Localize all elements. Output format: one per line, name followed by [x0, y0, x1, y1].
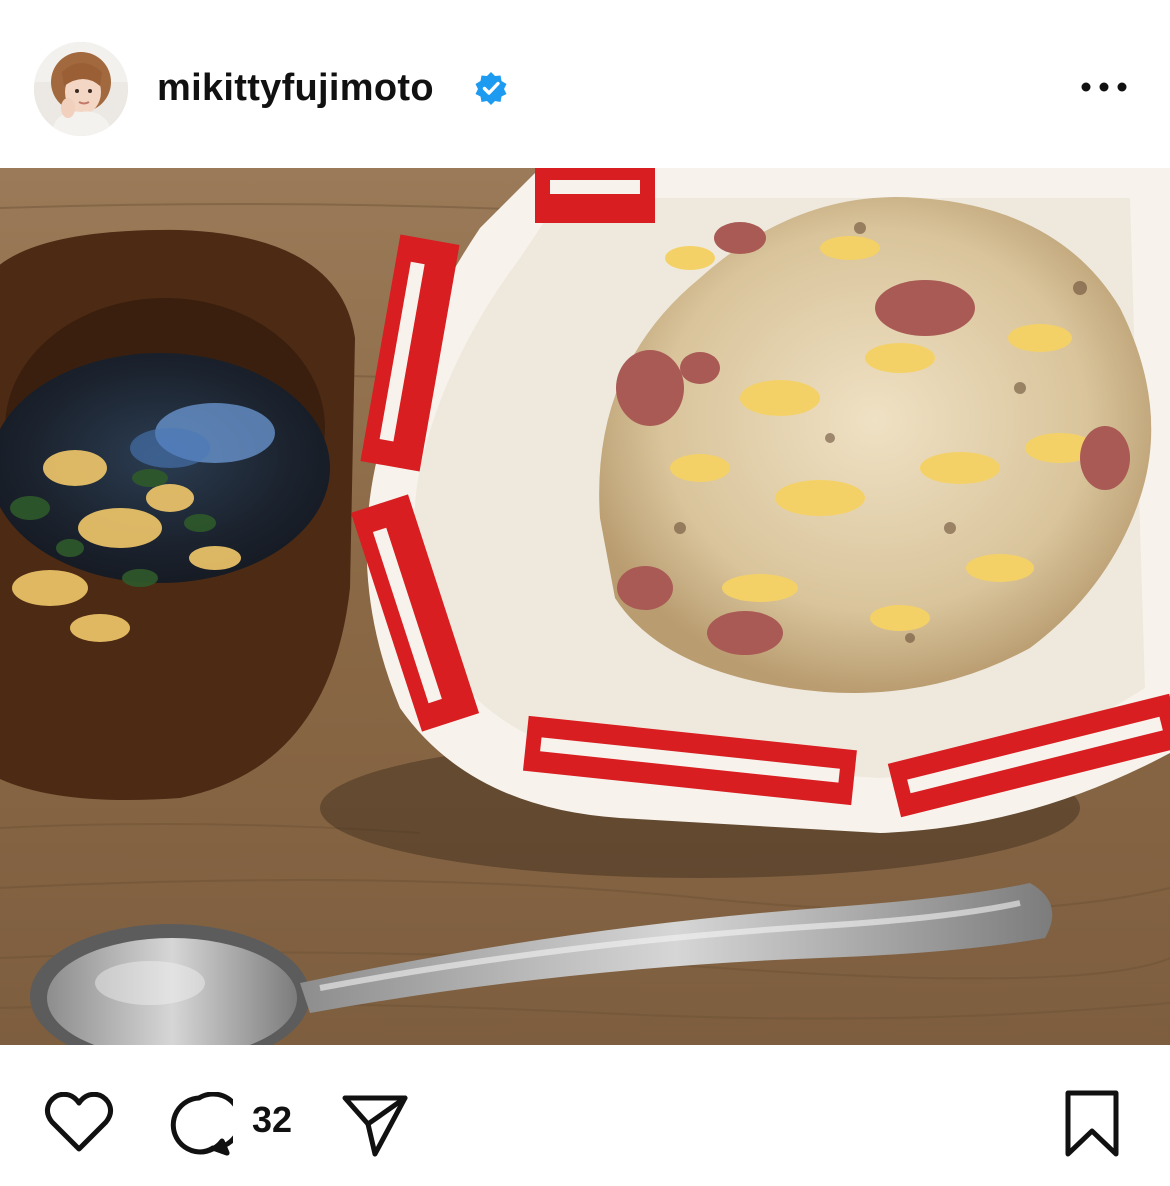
comment-count: 32 [252, 1099, 293, 1140]
avatar-photo [34, 42, 128, 136]
post-actions [0, 1045, 1170, 1186]
verified-badge-icon [475, 72, 507, 105]
bookmark-icon[interactable] [1063, 1088, 1121, 1160]
more-dots-icon[interactable] [1076, 70, 1132, 104]
food-photo [0, 168, 1170, 1045]
paper-plane-icon[interactable] [340, 1090, 410, 1160]
profile-avatar[interactable] [34, 42, 128, 136]
post-photo[interactable] [0, 168, 1170, 1045]
post-username[interactable]: mikittyfujimoto [157, 62, 434, 114]
post-header: mikittyfujimoto [0, 0, 1170, 168]
heart-icon[interactable] [44, 1092, 114, 1154]
comment-bubble-icon[interactable] [165, 1092, 233, 1158]
